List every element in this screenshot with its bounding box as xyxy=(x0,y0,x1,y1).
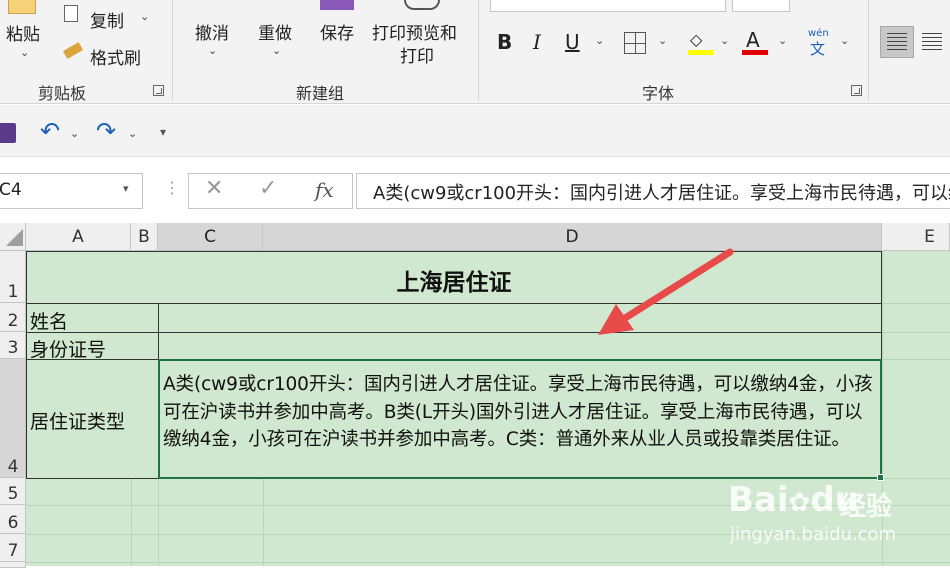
print-preview-button[interactable]: 打印预览和 xyxy=(372,19,457,44)
annotation-arrow-icon xyxy=(598,248,734,335)
redo-quick-dropdown-icon[interactable]: ⌄ xyxy=(128,127,137,140)
row-header-4[interactable]: 4 xyxy=(0,359,26,478)
column-header-a[interactable]: A xyxy=(26,223,131,251)
new-group-label: 新建组 xyxy=(296,84,345,103)
insert-function-button[interactable]: fx xyxy=(315,178,334,202)
clipboard-group-label: 剪贴板 xyxy=(38,84,87,103)
phonetic-guide-button[interactable]: 文 xyxy=(810,38,825,59)
underline-button[interactable]: U xyxy=(565,30,580,54)
redo-button[interactable]: 重做 xyxy=(258,19,292,44)
font-color-swatch xyxy=(742,50,768,55)
row-header-7[interactable]: 7 xyxy=(0,534,26,562)
watermark-url: jingyan.baidu.com xyxy=(730,524,897,545)
customize-quick-access-icon[interactable]: ▾ xyxy=(160,125,166,139)
copy-icon xyxy=(64,5,78,22)
fill-color-swatch xyxy=(688,50,714,55)
row-header-6[interactable]: 6 xyxy=(0,505,26,534)
print-preview-button-line2[interactable]: 打印 xyxy=(400,42,434,67)
row-header-5[interactable]: 5 xyxy=(0,478,26,505)
formula-buttons: ✕ ✓ fx xyxy=(188,173,353,209)
paste-dropdown-icon[interactable]: ⌄ xyxy=(20,46,29,59)
underline-dropdown-icon[interactable]: ⌄ xyxy=(595,34,604,47)
row-header-2[interactable]: 2 xyxy=(0,303,26,332)
align-left-icon xyxy=(887,33,907,51)
font-name-select[interactable] xyxy=(490,0,726,12)
id-value-cell[interactable] xyxy=(158,332,882,360)
row-header-1[interactable]: 1 xyxy=(0,251,26,303)
column-header-d[interactable]: D xyxy=(263,223,882,251)
save-button[interactable]: 保存 xyxy=(320,19,354,44)
format-painter-button[interactable]: 格式刷 xyxy=(90,44,141,69)
watermark-paw-icon: ✿ xyxy=(788,488,811,518)
format-painter-icon xyxy=(62,42,84,59)
watermark: Bai✿du 经验 jingyan.baidu.com xyxy=(700,470,950,566)
quick-access-toolbar: ↶ ⌄ ↷ ⌄ ▾ xyxy=(0,105,950,157)
name-box[interactable]: C4 xyxy=(0,173,143,209)
enter-icon[interactable]: ✓ xyxy=(259,176,277,201)
name-box-value: C4 xyxy=(0,180,22,200)
phonetic-dropdown-icon[interactable]: ⌄ xyxy=(840,34,849,47)
italic-button[interactable]: I xyxy=(533,30,541,54)
fill-color-icon[interactable]: ◇ xyxy=(690,30,712,49)
formula-input[interactable]: A类(cw9或cr100开头：国内引进人才居住证。享受上海市民待遇，可以缴 xyxy=(356,173,950,209)
column-header-c[interactable]: C xyxy=(158,223,263,251)
type-value: A类(cw9或cr100开头：国内引进人才居住证。享受上海市民待遇，可以缴纳4金… xyxy=(163,374,873,450)
redo-dropdown-icon[interactable]: ⌄ xyxy=(272,44,281,57)
font-dialog-launcher-icon[interactable] xyxy=(851,85,862,96)
print-preview-icon xyxy=(404,0,440,10)
undo-quick-icon[interactable]: ↶ xyxy=(40,117,60,145)
save-icon xyxy=(320,0,354,10)
row-header-8[interactable] xyxy=(0,562,26,568)
id-label: 身份证号 xyxy=(30,339,107,361)
undo-button[interactable]: 撤消 xyxy=(195,19,229,44)
formula-bar-grip-icon: ⋮ xyxy=(164,178,180,197)
row-header-3[interactable]: 3 xyxy=(0,332,26,359)
font-color-button[interactable]: A xyxy=(746,28,760,52)
ribbon: 粘贴 ⌄ 复制 ⌄ 格式刷 剪贴板 撤消 ⌄ 重做 ⌄ 保存 打印预览和 打印 … xyxy=(0,0,950,104)
undo-dropdown-icon[interactable]: ⌄ xyxy=(208,44,217,57)
borders-icon[interactable] xyxy=(624,32,646,54)
copy-button[interactable]: 复制 xyxy=(90,7,124,32)
type-label: 居住证类型 xyxy=(30,411,126,433)
borders-dropdown-icon[interactable]: ⌄ xyxy=(658,34,667,47)
cancel-icon[interactable]: ✕ xyxy=(205,176,223,201)
sheet-title: 上海居住证 xyxy=(396,270,512,296)
clipboard-dialog-launcher-icon[interactable] xyxy=(153,85,164,96)
bold-button[interactable]: B xyxy=(497,30,512,54)
align-center-icon[interactable] xyxy=(922,33,942,51)
save-quick-icon[interactable] xyxy=(0,123,16,143)
font-color-dropdown-icon[interactable]: ⌄ xyxy=(778,34,787,47)
font-size-select[interactable] xyxy=(732,0,790,12)
undo-quick-dropdown-icon[interactable]: ⌄ xyxy=(70,127,79,140)
paste-button[interactable]: 粘贴 xyxy=(6,20,40,45)
copy-dropdown-icon[interactable]: ⌄ xyxy=(140,10,149,23)
column-header-b[interactable]: B xyxy=(131,223,158,251)
font-group-label: 字体 xyxy=(642,84,675,103)
watermark-product: 经验 xyxy=(840,492,893,522)
redo-quick-icon[interactable]: ↷ xyxy=(96,117,116,145)
column-header-e[interactable]: E xyxy=(882,223,950,251)
paste-icon[interactable] xyxy=(8,0,36,14)
name-value-cell[interactable] xyxy=(158,303,882,333)
fill-color-dropdown-icon[interactable]: ⌄ xyxy=(720,34,729,47)
select-all-icon xyxy=(6,229,23,246)
name-box-dropdown-icon[interactable]: ▾ xyxy=(123,182,129,195)
name-label: 姓名 xyxy=(30,311,69,333)
